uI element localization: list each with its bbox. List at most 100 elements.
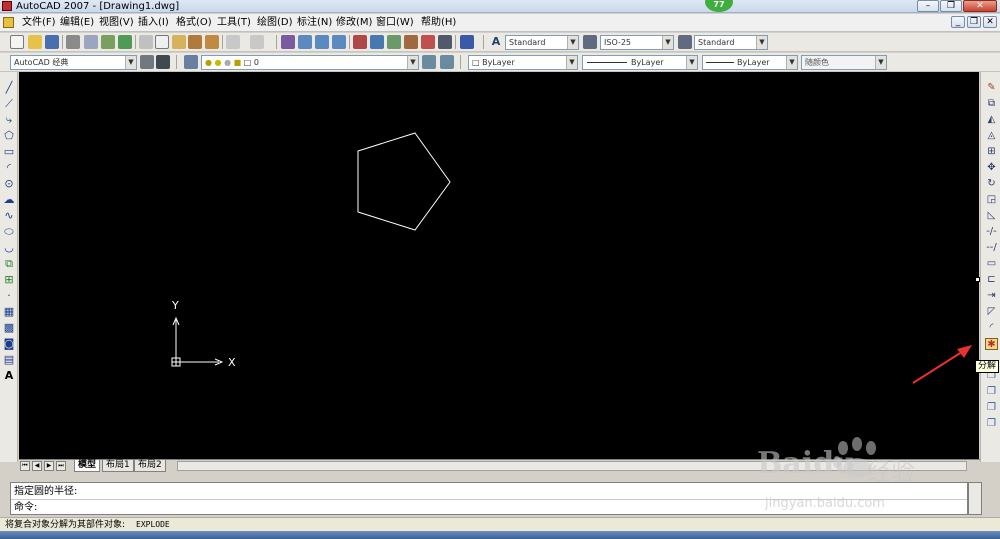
menu-modify[interactable]: 修改(M): [334, 15, 374, 31]
offset-icon[interactable]: ◬: [985, 130, 998, 142]
match-properties-icon[interactable]: [188, 35, 202, 49]
table-style-icon[interactable]: [678, 35, 692, 49]
extend-icon[interactable]: --/: [985, 242, 998, 254]
paste-icon[interactable]: [172, 35, 186, 49]
close-button[interactable]: ✕: [963, 0, 997, 12]
drawing-canvas[interactable]: Y X: [19, 72, 979, 459]
make-block-icon[interactable]: ⊞: [3, 274, 15, 286]
arc-icon[interactable]: ◜: [3, 162, 15, 174]
join-icon[interactable]: ⇥: [985, 290, 998, 302]
3d-dwf-icon[interactable]: [118, 35, 132, 49]
ellipse-icon[interactable]: ⬭: [3, 226, 15, 238]
menu-file[interactable]: 文件(F): [20, 15, 58, 31]
open-file-icon[interactable]: [28, 35, 42, 49]
help-icon[interactable]: [460, 35, 474, 49]
tab-layout2[interactable]: 布局2: [134, 460, 166, 472]
workspace-select[interactable]: AutoCAD 经典 ▼: [10, 55, 137, 70]
bring-front-icon[interactable]: ❐: [985, 386, 998, 398]
bring-above-icon[interactable]: ❐: [985, 418, 998, 430]
layer-previous-icon[interactable]: [440, 55, 454, 69]
dim-style-select[interactable]: ISO-25 ▼: [600, 35, 674, 50]
rectangle-icon[interactable]: ▭: [3, 146, 15, 158]
send-back-icon[interactable]: ❐: [985, 402, 998, 414]
polygon-icon[interactable]: ⬠: [3, 130, 15, 142]
menu-view[interactable]: 视图(V): [97, 15, 136, 31]
zoom-realtime-icon[interactable]: [298, 35, 312, 49]
plotstyle-select[interactable]: 随颜色 ▼: [801, 55, 887, 70]
zoom-previous-icon[interactable]: [332, 35, 346, 49]
trim-icon[interactable]: -/-: [985, 226, 998, 238]
erase-icon[interactable]: ✎: [985, 82, 998, 94]
menu-draw[interactable]: 绘图(D): [255, 15, 295, 31]
minimize-button[interactable]: –: [917, 0, 939, 12]
redo-icon[interactable]: [250, 35, 264, 49]
layer-select[interactable]: ● ● ● ■ □ 0 ▼: [201, 55, 419, 70]
block-editor-icon[interactable]: [205, 35, 219, 49]
print-icon[interactable]: [66, 35, 80, 49]
menu-tools[interactable]: 工具(T): [215, 15, 253, 31]
workspace-settings-icon[interactable]: [140, 55, 154, 69]
hatch-icon[interactable]: ▦: [3, 306, 15, 318]
last-tab-icon[interactable]: ⏭: [56, 461, 66, 471]
cut-icon[interactable]: [139, 35, 153, 49]
move-icon[interactable]: ✥: [985, 162, 998, 174]
break-at-point-icon[interactable]: ▭: [985, 258, 998, 270]
markup-icon[interactable]: [421, 35, 435, 49]
menu-window[interactable]: 窗口(W): [374, 15, 416, 31]
document-icon[interactable]: [3, 17, 14, 28]
rotate-icon[interactable]: ↻: [985, 178, 998, 190]
layer-manager-icon[interactable]: [184, 55, 198, 69]
table-style-select[interactable]: Standard ▼: [694, 35, 768, 50]
tool-palettes-icon[interactable]: [387, 35, 401, 49]
quickcalc-icon[interactable]: [438, 35, 452, 49]
make-object-layer-current-icon[interactable]: [422, 55, 436, 69]
color-select[interactable]: □ ByLayer ▼: [468, 55, 578, 70]
pentagon-shape[interactable]: [357, 132, 451, 231]
table-icon[interactable]: ▤: [3, 354, 15, 366]
array-icon[interactable]: ⊞: [985, 146, 998, 158]
grip-handle[interactable]: [975, 277, 980, 282]
first-tab-icon[interactable]: ⏮: [20, 461, 30, 471]
revision-cloud-icon[interactable]: ☁: [3, 194, 15, 206]
circle-icon[interactable]: ⊙: [3, 178, 15, 190]
point-icon[interactable]: ·: [3, 290, 15, 302]
polyline-icon[interactable]: ⤷: [3, 114, 15, 126]
explode-icon[interactable]: ✱: [985, 338, 998, 350]
zoom-window-icon[interactable]: [315, 35, 329, 49]
workspace-save-icon[interactable]: [156, 55, 170, 69]
menu-insert[interactable]: 插入(I): [136, 15, 171, 31]
properties-icon[interactable]: [353, 35, 367, 49]
autocad-app-icon[interactable]: [2, 1, 12, 11]
ellipse-arc-icon[interactable]: ◡: [3, 242, 15, 254]
command-scrollbar[interactable]: [968, 482, 982, 515]
doc-close-button[interactable]: ✕: [983, 16, 997, 28]
text-style-icon[interactable]: A: [489, 35, 503, 49]
tab-layout1[interactable]: 布局1: [102, 460, 134, 472]
scale-icon[interactable]: ◲: [985, 194, 998, 206]
tab-model[interactable]: 模型: [74, 460, 101, 472]
plot-preview-icon[interactable]: [84, 35, 98, 49]
text-style-select[interactable]: Standard ▼: [505, 35, 579, 50]
menu-help[interactable]: 帮助(H): [419, 15, 458, 31]
doc-restore-button[interactable]: ❐: [967, 16, 981, 28]
fillet-icon[interactable]: ◜: [985, 322, 998, 334]
region-icon[interactable]: ◙: [3, 338, 15, 350]
multiline-text-icon[interactable]: A: [3, 370, 15, 382]
command-prompt[interactable]: 命令:: [14, 501, 37, 514]
doc-minimize-button[interactable]: _: [951, 16, 965, 28]
sheet-set-icon[interactable]: [404, 35, 418, 49]
menu-format[interactable]: 格式(O): [174, 15, 214, 31]
restore-button[interactable]: ❐: [940, 0, 962, 12]
copy-icon[interactable]: [155, 35, 169, 49]
next-tab-icon[interactable]: ▶: [44, 461, 54, 471]
undo-icon[interactable]: [226, 35, 240, 49]
copy-object-icon[interactable]: ⧉: [985, 98, 998, 110]
design-center-icon[interactable]: [370, 35, 384, 49]
new-file-icon[interactable]: [10, 35, 24, 49]
line-icon[interactable]: ╱: [3, 82, 15, 94]
break-icon[interactable]: ⊏: [985, 274, 998, 286]
chamfer-icon[interactable]: ◸: [985, 306, 998, 318]
gradient-icon[interactable]: ▩: [3, 322, 15, 334]
insert-block-icon[interactable]: ⧉: [3, 258, 15, 270]
menu-dimension[interactable]: 标注(N): [295, 15, 334, 31]
